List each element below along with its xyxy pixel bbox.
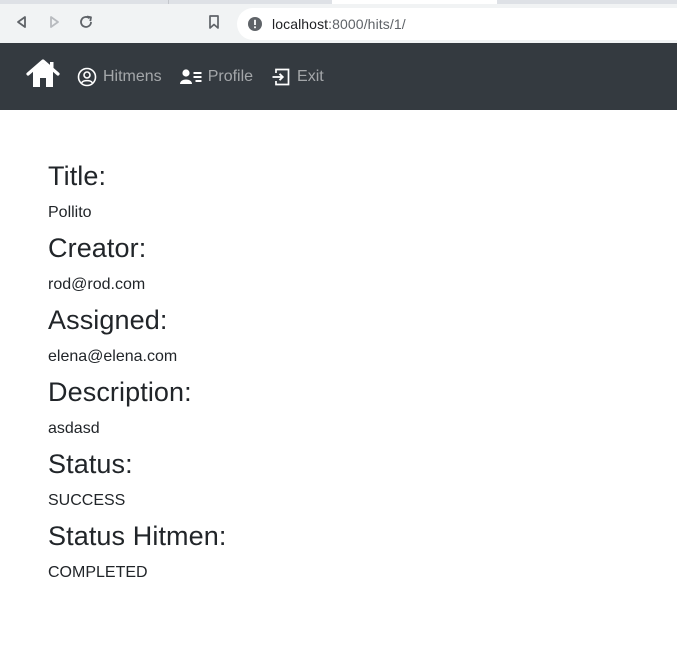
- description-label: Description:: [48, 377, 192, 407]
- browser-toolbar: localhost:8000/hits/1/: [0, 0, 677, 43]
- forward-icon: [47, 15, 61, 34]
- address-bar[interactable]: localhost:8000/hits/1/: [237, 8, 677, 40]
- url-path: :8000/hits/1/: [328, 16, 406, 32]
- back-icon: [15, 15, 29, 34]
- creator-label: Creator:: [48, 233, 147, 263]
- bookmark-button[interactable]: [202, 12, 226, 36]
- url-text: localhost:8000/hits/1/: [272, 16, 406, 32]
- home-link[interactable]: [25, 58, 61, 95]
- title-value: Pollito: [48, 204, 92, 221]
- site-info-icon[interactable]: [247, 16, 263, 32]
- bookmark-icon: [207, 14, 221, 35]
- active-tab-indicator[interactable]: [332, 0, 497, 4]
- nav-link-profile[interactable]: Profile: [179, 67, 254, 86]
- url-host: localhost: [272, 16, 329, 32]
- title-label: Title:: [48, 161, 107, 191]
- nav-link-label: Profile: [207, 67, 254, 85]
- status-hitmen-value: COMPLETED: [48, 564, 148, 581]
- main-navbar: Hitmens Profile Exit: [0, 43, 677, 110]
- exit-icon: [271, 67, 291, 87]
- reload-icon: [78, 14, 94, 35]
- back-button[interactable]: [10, 12, 34, 36]
- creator-value: rod@rod.com: [48, 276, 146, 293]
- nav-link-hitmens[interactable]: Hitmens: [77, 67, 162, 87]
- tab-separator: [168, 0, 169, 4]
- person-lines-icon: [179, 68, 202, 86]
- reload-button[interactable]: [74, 12, 98, 36]
- hit-detail: Title: Pollito Creator: rod@rod.com Assi…: [0, 110, 677, 584]
- status-value: SUCCESS: [48, 492, 126, 509]
- description-value: asdasd: [48, 420, 100, 437]
- nav-link-label: Hitmens: [103, 67, 162, 85]
- home-icon: [25, 58, 61, 95]
- forward-button[interactable]: [42, 12, 66, 36]
- status-label: Status:: [48, 449, 133, 479]
- assigned-label: Assigned:: [48, 305, 168, 335]
- nav-link-label: Exit: [297, 67, 324, 85]
- nav-link-exit[interactable]: Exit: [271, 67, 324, 87]
- user-circle-icon: [77, 67, 97, 87]
- status-hitmen-label: Status Hitmen:: [48, 521, 227, 551]
- assigned-value: elena@elena.com: [48, 348, 178, 365]
